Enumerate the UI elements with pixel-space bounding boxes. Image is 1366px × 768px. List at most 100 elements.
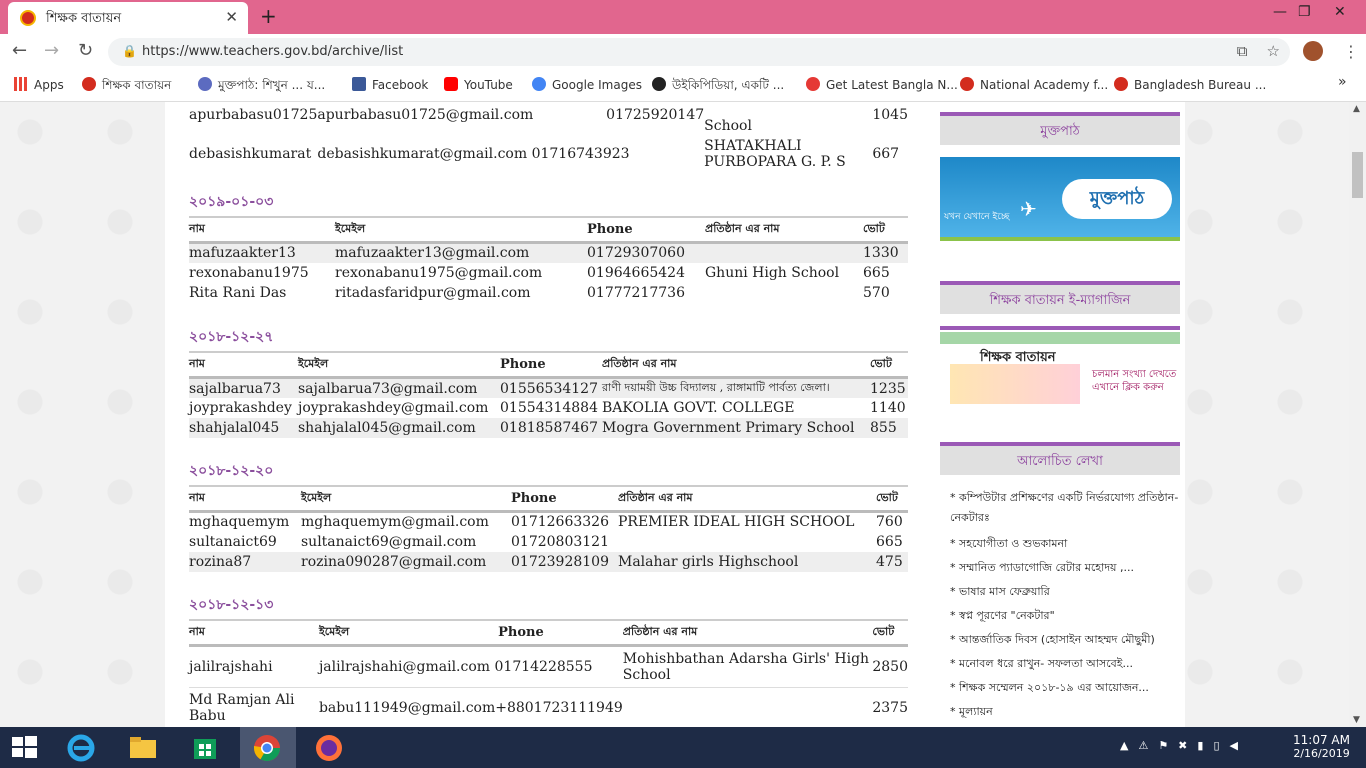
discussed-heading: আলোচিত লেখা [940,442,1180,475]
address-bar[interactable]: 🔒 https://www.teachers.gov.bd/archive/li… [108,38,1290,66]
header-institution: প্রতিষ্ঠান এর নাম [622,619,873,647]
bookmark-bangladesh-bureau[interactable]: Bangladesh Bureau ... [1114,77,1266,92]
internet-explorer-icon[interactable] [66,733,96,763]
windows-start-icon[interactable] [10,733,40,763]
muktopath-favicon-icon [198,77,212,91]
date-heading: ২০১৮-১২-২০ [189,463,274,479]
minimize-icon[interactable]: — [1273,4,1287,20]
header-name: নাম [189,216,335,244]
tab-title: শিক্ষক বাতায়ন [46,11,122,26]
store-icon[interactable] [190,733,220,763]
table-row: sajalbarua73 sajalbarua73@gmail.com 015565… [189,377,908,398]
table-row: Md Ramjan Ali Babu babu111949@gmail.com+8… [189,691,908,724]
browser-tab[interactable]: শিক্ষক বাতায়ন ✕ [8,2,248,34]
close-tab-icon[interactable]: ✕ [225,8,238,26]
bookmark-wikipedia[interactable]: উইকিপিডিয়া, একটি ... [652,77,784,97]
close-window-icon[interactable]: ✕ [1334,4,1346,20]
bookmark-youtube[interactable]: YouTube [444,77,513,92]
wikipedia-icon [652,77,666,91]
chrome-icon[interactable] [252,733,282,763]
table-row: joyprakashdey joyprakashdey@gmail.com 0155… [189,400,906,416]
header-name: নাম [189,485,301,513]
bookmark-bangla-news[interactable]: Get Latest Bangla N... [806,77,958,92]
discussed-link[interactable]: * শিক্ষক সম্মেলন ২০১৮-১৯ এর আয়োজন... [950,676,1180,700]
muktopath-banner[interactable]: মুক্তপাঠ যখন যেখানে ইচ্ছে ✈ [940,157,1180,241]
table-row: Rita Rani Das ritadasfaridpur@gmail.com 01… [189,284,890,301]
header-phone: Phone [587,216,705,244]
firefox-icon[interactable] [314,733,344,763]
paper-plane-icon: ✈ [1020,197,1037,221]
bookmark-google-images[interactable]: Google Images [532,77,642,92]
taskbar: ▲⚠⚑✖▮▯◀ 11:07 AM 2/16/2019 [0,727,1366,768]
news-icon [806,77,820,91]
restore-icon[interactable]: ❐ [1298,4,1311,20]
menu-icon[interactable]: ⋮ [1343,42,1359,61]
navigation-bar: ← → ↻ 🔒 https://www.teachers.gov.bd/arch… [0,34,1366,70]
apps-grid-icon [14,77,28,91]
discussed-links: * কম্পিউটার প্রশিক্ষণের একটি নির্ভরযোগ্য… [950,488,1180,724]
translate-icon[interactable]: ⧉ [1237,42,1248,60]
header-name: নাম [189,351,298,379]
header-email: ইমেইল [318,619,499,647]
table-row: rexonabanu1975 rexonabanu1975@gmail.com 01… [189,264,890,281]
system-tray-icons[interactable]: ▲⚠⚑✖▮▯◀ [1120,739,1248,752]
bookmark-apps[interactable]: Apps [14,77,64,92]
star-icon[interactable]: ☆ [1267,42,1280,60]
table-row: apurbabasu01725 apurbabasu01725@gmail.co… [189,107,908,134]
discussed-link[interactable]: * স্বপ্ন পূরণের "নেকটার" [950,604,1180,628]
back-icon[interactable]: ← [12,40,27,61]
table-row: jalilrajshahi jalilrajshahi@gmail.com 017… [189,646,908,688]
header-email: ইমেইল [335,216,587,244]
discussed-link[interactable]: * সহযোগীতা ও শুভকামনা [950,532,1180,556]
more-bookmarks-icon[interactable]: » [1338,74,1347,90]
muktopath-heading: মুক্তপাঠ [940,112,1180,145]
reload-icon[interactable]: ↻ [78,40,93,61]
discussed-link[interactable]: * মনোবল ধরে রাখুন- সফলতা আসবেই... [950,652,1180,676]
table-row: mafuzaakter13 mafuzaakter13@gmail.com 0172… [189,242,908,263]
bookmark-muktopath[interactable]: মুক্তপাঠ: শিখুন ... য... [198,77,325,97]
forward-icon[interactable]: → [44,40,59,61]
bookmark-national-academy[interactable]: National Academy f... [960,77,1108,92]
header-name: নাম [189,619,319,647]
bookmark-facebook[interactable]: Facebook [352,77,428,92]
header-votes: ভোট [863,216,908,244]
scroll-up-icon[interactable]: ▲ [1353,104,1360,114]
scroll-down-icon[interactable]: ▼ [1353,715,1360,725]
magazine-heading: শিক্ষক বাতায়ন ই-ম্যাগাজিন [940,281,1180,314]
date-heading: ২০১৮-১২-২৭ [189,329,274,345]
magazine-banner[interactable]: শিক্ষক বাতায়ন চলমান সংখ্যা দেখতে এখানে … [940,326,1180,404]
header-institution: প্রতিষ্ঠান এর নাম [602,351,870,379]
discussed-link[interactable]: * আন্তর্জাতিক দিবস (হোসাইন আহম্মদ মৌছুমী… [950,628,1180,652]
profile-avatar[interactable] [1303,41,1323,61]
archive-table: নাম ইমেইল Phone প্রতিষ্ঠান এর নাম ভোট sa… [189,351,908,438]
page-viewport: apurbabasu01725 apurbabasu01725@gmail.co… [0,102,1349,727]
header-phone: Phone [500,351,602,379]
muktopath-logo-text: মুক্তপাঠ [1062,179,1172,219]
bookmark-teachers[interactable]: শিক্ষক বাতায়ন [82,77,171,97]
clock[interactable]: 11:07 AM 2/16/2019 [1293,733,1350,760]
date-heading: ২০১৯-০১-০৩ [189,194,274,210]
muktopath-tagline: যখন যেখানে ইচ্ছে [944,212,1010,222]
vertical-scrollbar[interactable]: ▲ ▼ [1349,102,1366,727]
header-email: ইমেইল [298,351,500,379]
bureau-icon [1114,77,1128,91]
header-votes: ভোট [870,351,908,379]
file-explorer-icon[interactable] [128,733,158,763]
table-row: shahjalal045 shahjalal045@gmail.com 018185… [189,418,908,438]
lock-icon: 🔒 [122,44,137,58]
google-icon [532,77,546,91]
archive-table: নাম ইমেইল Phone প্রতিষ্ঠান এর নাম ভোট mg… [189,485,908,572]
header-votes: ভোট [876,485,908,513]
discussed-link[interactable]: * ভাষার মাস ফেব্রুয়ারি [950,580,1180,604]
new-tab-icon[interactable]: + [260,4,277,28]
archive-table: নাম ইমেইল Phone প্রতিষ্ঠান এর নাম ভোট ja… [189,619,908,727]
discussed-link[interactable]: * কম্পিউটার প্রশিক্ষণের একটি নির্ভরযোগ্য… [950,488,1180,528]
youtube-icon [444,77,458,91]
discussed-link[interactable]: * সম্মানিত প্যাডাগোজি রেটার মহোদয় ,... [950,556,1180,580]
bookmarks-bar: Apps শিক্ষক বাতায়ন মুক্তপাঠ: শিখুন ... … [0,70,1366,102]
title-bar: শিক্ষক বাতায়ন ✕ + — ❐ ✕ [0,0,1366,34]
scrollbar-thumb[interactable] [1352,152,1363,198]
discussed-link[interactable]: * মূল্যায়ন [950,700,1180,724]
clock-date: 2/16/2019 [1293,747,1350,760]
content-area: apurbabasu01725 apurbabasu01725@gmail.co… [165,102,1185,727]
